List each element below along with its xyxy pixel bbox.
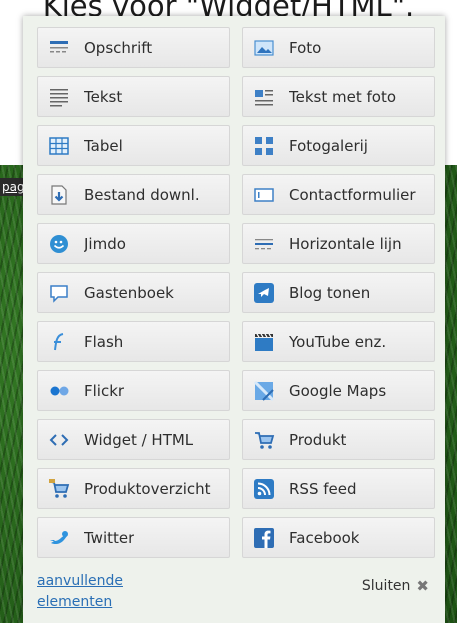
element-button-foto[interactable]: Foto <box>242 27 435 68</box>
horizontal-line-icon <box>253 233 275 255</box>
element-label: Produkt <box>289 430 347 449</box>
flickr-icon <box>48 380 70 402</box>
element-label: Horizontale lijn <box>289 234 402 253</box>
element-button-google-maps[interactable]: Google Maps <box>242 370 435 411</box>
element-button-facebook[interactable]: Facebook <box>242 517 435 558</box>
product-overview-icon <box>48 478 70 500</box>
element-label: Produktoverzicht <box>84 479 211 498</box>
text-icon <box>48 86 70 108</box>
gallery-icon <box>253 135 275 157</box>
element-label: YouTube enz. <box>289 332 387 351</box>
element-button-horizontale-lijn[interactable]: Horizontale lijn <box>242 223 435 264</box>
element-button-contactformulier[interactable]: Contactformulier <box>242 174 435 215</box>
text-with-photo-icon <box>253 86 275 108</box>
element-button-rss-feed[interactable]: RSS feed <box>242 468 435 509</box>
element-label: Twitter <box>84 528 135 547</box>
element-label: Contactformulier <box>289 185 416 204</box>
facebook-icon <box>253 527 275 549</box>
flash-icon <box>48 331 70 353</box>
file-download-icon <box>48 184 70 206</box>
element-label: Fotogalerij <box>289 136 368 155</box>
close-icon: ✖ <box>416 577 429 595</box>
element-label: Flickr <box>84 381 125 400</box>
element-button-bestand-downl[interactable]: Bestand downl. <box>37 174 230 215</box>
photo-icon <box>253 37 275 59</box>
element-button-gastenboek[interactable]: Gastenboek <box>37 272 230 313</box>
element-button-produkt[interactable]: Produkt <box>242 419 435 460</box>
element-label: Tabel <box>84 136 123 155</box>
element-label: Widget / HTML <box>84 430 194 449</box>
element-button-flash[interactable]: Flash <box>37 321 230 362</box>
element-button-widget-html[interactable]: Widget / HTML <box>37 419 230 460</box>
add-element-panel: Opschrift Tekst Tabel Bestand downl. Jim <box>23 16 445 623</box>
heading-icon <box>48 37 70 59</box>
element-button-fotogalerij[interactable]: Fotogalerij <box>242 125 435 166</box>
close-button[interactable]: Sluiten ✖ <box>362 577 429 595</box>
element-button-youtube-enz[interactable]: YouTube enz. <box>242 321 435 362</box>
cart-icon <box>253 429 275 451</box>
element-button-twitter[interactable]: Twitter <box>37 517 230 558</box>
guestbook-icon <box>48 282 70 304</box>
video-icon <box>253 331 275 353</box>
element-label: Bestand downl. <box>84 185 200 204</box>
table-icon <box>48 135 70 157</box>
background-link[interactable]: pag <box>2 180 25 194</box>
element-label: Foto <box>289 38 322 57</box>
element-label: RSS feed <box>289 479 357 498</box>
jimdo-icon <box>48 233 70 255</box>
element-button-tekst-met-foto[interactable]: Tekst met foto <box>242 76 435 117</box>
element-button-tekst[interactable]: Tekst <box>37 76 230 117</box>
element-label: Tekst <box>84 87 123 106</box>
element-button-blog-tonen[interactable]: Blog tonen <box>242 272 435 313</box>
element-label: Opschrift <box>84 38 153 57</box>
element-button-opschrift[interactable]: Opschrift <box>37 27 230 68</box>
element-label: Tekst met foto <box>289 87 396 106</box>
element-button-tabel[interactable]: Tabel <box>37 125 230 166</box>
code-icon <box>48 429 70 451</box>
more-elements-link[interactable]: aanvullende elementen <box>37 571 187 613</box>
element-label: Facebook <box>289 528 360 547</box>
element-button-flickr[interactable]: Flickr <box>37 370 230 411</box>
element-label: Google Maps <box>289 381 387 400</box>
twitter-icon <box>48 527 70 549</box>
rss-icon <box>253 478 275 500</box>
map-icon <box>253 380 275 402</box>
element-label: Flash <box>84 332 124 351</box>
element-button-jimdo[interactable]: Jimdo <box>37 223 230 264</box>
close-label: Sluiten <box>361 578 411 594</box>
element-label: Jimdo <box>84 234 126 253</box>
contact-form-icon <box>253 184 275 206</box>
element-label: Blog tonen <box>289 283 371 302</box>
blog-icon <box>253 282 275 304</box>
element-label: Gastenboek <box>84 283 174 302</box>
element-button-produktoverzicht[interactable]: Produktoverzicht <box>37 468 230 509</box>
